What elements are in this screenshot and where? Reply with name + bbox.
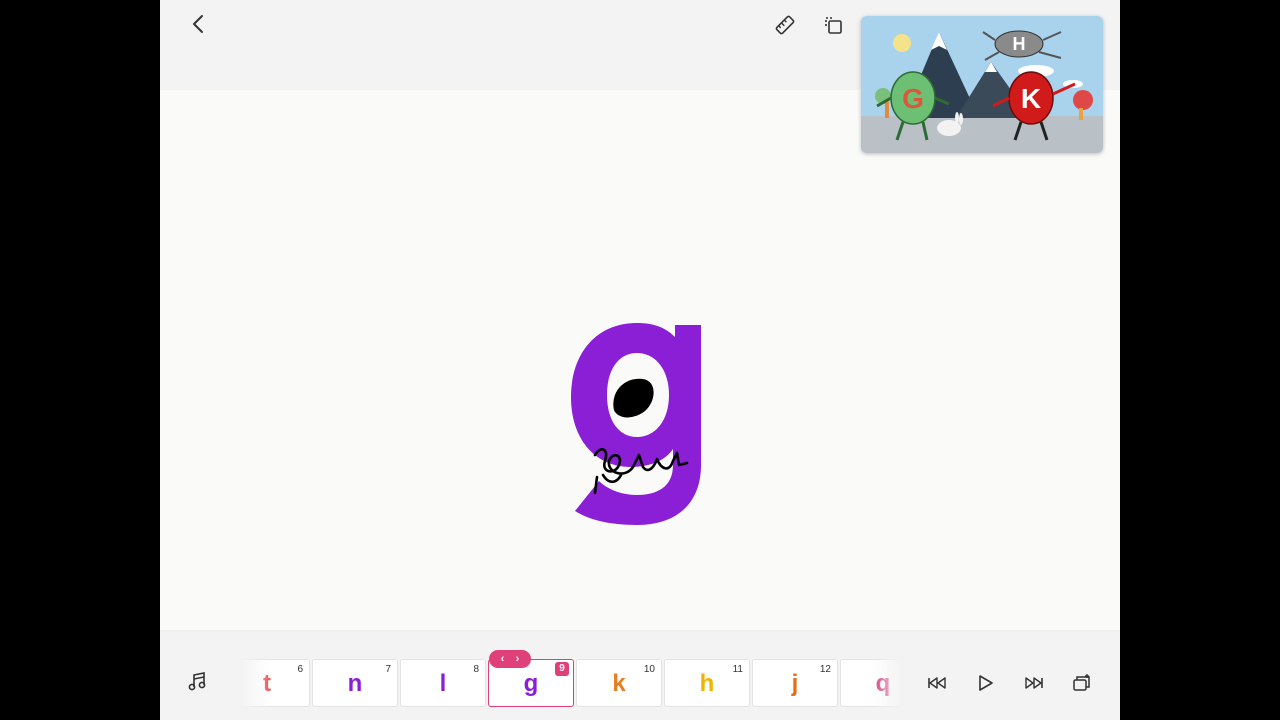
skip-back-icon: [928, 677, 946, 689]
card-number: 8: [473, 664, 479, 675]
page-card[interactable]: n 7: [312, 659, 398, 707]
layers-add-icon: [1073, 674, 1090, 691]
page-card[interactable]: h 11: [664, 659, 750, 707]
play-button[interactable]: [973, 671, 997, 695]
card-number: 7: [385, 664, 391, 675]
preview-letter-h: H: [1013, 34, 1026, 54]
card-number: 6: [297, 664, 303, 675]
ruler-icon: [775, 15, 795, 35]
letter-g-shape: [571, 323, 701, 525]
music-button[interactable]: [186, 671, 210, 695]
video-preview[interactable]: H G K: [861, 16, 1103, 153]
skip-forward-button[interactable]: [1022, 671, 1046, 695]
sun-icon: [893, 34, 911, 52]
card-letter: l: [439, 670, 447, 697]
preview-scene: H G K: [861, 16, 1103, 153]
letter-g-drawing: [571, 323, 701, 525]
card-letter: n: [347, 670, 363, 697]
card-number: 11: [732, 664, 743, 675]
card-letter: q: [875, 670, 891, 697]
chevron-left-icon: ‹: [500, 653, 505, 665]
preview-letter-k: K: [1021, 83, 1041, 114]
chevron-right-icon: ›: [515, 653, 520, 665]
page-card[interactable]: l 8: [400, 659, 486, 707]
card-number: 12: [819, 664, 831, 675]
preview-letter-g: G: [902, 83, 924, 114]
page-strip[interactable]: t 6 n 7 l 8 g 9 k 10 h 11 j 12 q: [240, 657, 900, 709]
app-window: H G K t 6 n 7 l 8 g 9 k 10 h 11 j 12 q ‹…: [160, 0, 1120, 720]
skip-back-button[interactable]: [925, 671, 949, 695]
drawing-canvas[interactable]: [160, 90, 1120, 630]
reorder-handle[interactable]: ‹ ›: [489, 650, 531, 668]
skip-forward-icon: [1025, 677, 1043, 689]
music-note-icon: [188, 672, 206, 691]
bottom-toolbar: t 6 n 7 l 8 g 9 k 10 h 11 j 12 q ‹ ›: [160, 630, 1120, 720]
scribble-eye: [613, 378, 654, 418]
chevron-left-icon: [193, 15, 203, 33]
copy-layers-icon: [825, 17, 842, 34]
ruler-button[interactable]: [772, 12, 798, 38]
play-icon: [979, 675, 993, 691]
page-card[interactable]: t 6: [240, 659, 310, 707]
back-button[interactable]: [186, 12, 210, 36]
page-card[interactable]: j 12: [752, 659, 838, 707]
card-number: 10: [643, 664, 655, 675]
page-card[interactable]: q: [840, 659, 900, 707]
add-page-button[interactable]: [1070, 671, 1094, 695]
page-card[interactable]: k 10: [576, 659, 662, 707]
card-number: 9: [555, 662, 569, 676]
copy-layers-button[interactable]: [820, 12, 846, 38]
